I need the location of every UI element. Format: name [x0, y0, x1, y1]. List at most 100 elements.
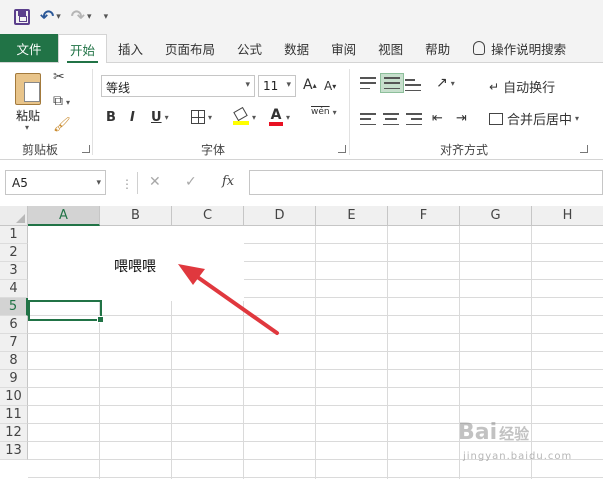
orientation-icon: ↗ — [436, 75, 448, 91]
fill-color-button[interactable]: ▾ — [233, 106, 257, 125]
tab-page-layout[interactable]: 页面布局 — [154, 34, 226, 62]
font-name-select[interactable]: 等线 ▾ — [101, 75, 255, 97]
scissors-icon[interactable]: ✂ — [53, 69, 65, 85]
chevron-down-icon: ▾ — [252, 112, 257, 122]
ribbon-home: 粘贴 ▾ ✂ ⧉ ▾ 🖌 剪贴板 等线 ▾ 11 ▾ A ▴ A ▾ B I U ▾ ▾… — [0, 62, 603, 160]
wrap-text-icon: ↵ — [489, 79, 500, 94]
increase-indent-icon: ⇥ — [456, 111, 467, 126]
align-right-icon — [406, 113, 422, 125]
align-bottom-icon — [405, 79, 421, 91]
font-name-value: 等线 — [106, 81, 131, 95]
tab-file[interactable]: 文件 — [0, 34, 58, 62]
tab-help[interactable]: 帮助 — [414, 34, 461, 62]
copy-icon[interactable]: ⧉ ▾ — [53, 93, 70, 109]
align-center-icon — [383, 113, 399, 125]
clipboard-launcher-icon[interactable] — [82, 145, 90, 153]
redo-button[interactable]: ↷ ▾ — [71, 7, 92, 27]
insert-function-button[interactable]: fx — [222, 174, 234, 189]
paint-bucket-icon — [233, 106, 249, 125]
tab-data[interactable]: 数据 — [273, 34, 320, 62]
chevron-down-icon: ▾ — [87, 12, 92, 22]
align-right-button[interactable] — [406, 113, 422, 125]
chevron-down-icon: ▾ — [245, 80, 250, 90]
bold-button[interactable]: B — [106, 110, 116, 125]
group-label-clipboard: 剪贴板 — [22, 143, 59, 157]
group-label-font: 字体 — [201, 143, 226, 157]
font-size-value: 11 — [263, 79, 279, 93]
borders-button[interactable]: ▾ — [191, 110, 212, 124]
shrink-font-icon: A — [324, 79, 333, 93]
formula-bar: A5 ▾ ⋮ ✕ ✓ fx — [0, 160, 603, 206]
lightbulb-icon — [473, 41, 486, 55]
tell-me-label: 操作说明搜索 — [491, 41, 567, 57]
customize-toolbar-button[interactable]: ▾ — [102, 12, 109, 22]
name-box[interactable]: A5 ▾ — [5, 170, 106, 195]
borders-icon — [191, 110, 205, 124]
align-middle-button[interactable] — [380, 73, 404, 93]
alignment-launcher-icon[interactable] — [580, 145, 588, 153]
align-left-icon — [360, 113, 376, 125]
tab-home[interactable]: 开始 — [58, 34, 108, 63]
chevron-down-icon: ▾ — [332, 107, 337, 117]
customize-icon: ▾ — [103, 12, 109, 22]
chevron-down-icon: ▾ — [56, 12, 61, 22]
clipboard-icon — [15, 73, 41, 105]
format-painter-icon[interactable]: 🖌 — [53, 117, 71, 133]
tab-insert[interactable]: 插入 — [107, 34, 154, 62]
formula-bar-grip: ⋮ — [121, 177, 133, 191]
grow-font-icon: A — [303, 77, 313, 93]
formula-input[interactable] — [249, 170, 603, 195]
shrink-font-button[interactable]: A ▾ — [324, 79, 336, 93]
tab-review[interactable]: 审阅 — [320, 34, 367, 62]
ribbon-separator — [349, 69, 350, 155]
group-label-alignment: 对齐方式 — [440, 143, 489, 157]
watermark-brand: Bai — [458, 420, 498, 445]
chevron-down-icon: ▾ — [575, 114, 580, 123]
wen-icon: wén — [311, 107, 330, 117]
tab-formulas[interactable]: 公式 — [226, 34, 273, 62]
chevron-down-icon: ▾ — [208, 112, 213, 122]
cancel-button[interactable]: ✕ — [149, 174, 161, 190]
redo-icon: ↷ — [70, 7, 86, 27]
quick-access-toolbar: ↶ ▾ ↷ ▾ ▾ — [0, 0, 603, 34]
underline-icon: U — [151, 110, 162, 125]
align-left-button[interactable] — [360, 113, 376, 125]
wrap-text-button[interactable]: ↵ 自动换行 — [489, 77, 556, 97]
tell-me-search[interactable]: 操作说明搜索 — [461, 34, 577, 62]
grow-font-button[interactable]: A ▴ — [303, 77, 317, 93]
align-top-button[interactable] — [360, 77, 376, 89]
paste-label: 粘贴 — [16, 109, 41, 123]
font-size-select[interactable]: 11 ▾ — [258, 75, 296, 97]
formula-divider — [137, 172, 138, 194]
save-button[interactable] — [14, 9, 30, 25]
merge-cells-icon — [489, 112, 503, 125]
chevron-down-icon: ▾ — [286, 112, 291, 122]
ribbon-separator — [92, 69, 93, 155]
font-launcher-icon[interactable] — [338, 145, 346, 153]
enter-button[interactable]: ✓ — [185, 174, 197, 190]
save-icon — [14, 9, 30, 25]
merge-center-button[interactable]: 合并后居中 ▾ — [489, 109, 579, 128]
undo-button[interactable]: ↶ ▾ — [40, 7, 61, 27]
tab-view[interactable]: 视图 — [367, 34, 414, 62]
watermark-suffix: 经验 — [499, 425, 530, 443]
chevron-down-icon: ▾ — [450, 78, 455, 88]
align-bottom-button[interactable] — [405, 79, 421, 91]
font-color-button[interactable]: A ▾ — [269, 108, 290, 126]
underline-button[interactable]: U ▾ — [151, 110, 169, 125]
chevron-down-icon: ▾ — [164, 113, 169, 122]
font-color-icon: A — [269, 108, 283, 126]
decrease-indent-button[interactable]: ⇤ — [432, 111, 443, 126]
ribbon-tabs: 文件 开始 插入 页面布局 公式 数据 审阅 视图 帮助 操作说明搜索 — [0, 34, 603, 63]
watermark-logo: Bai 经验 — [458, 420, 529, 445]
increase-indent-button[interactable]: ⇥ — [456, 111, 467, 126]
italic-button[interactable]: I — [130, 110, 135, 125]
undo-icon: ↶ — [40, 7, 55, 27]
align-middle-icon — [384, 77, 400, 89]
align-center-button[interactable] — [383, 113, 399, 125]
orientation-button[interactable]: ↗ ▾ — [436, 75, 455, 91]
arrow-shaft — [194, 274, 279, 335]
chevron-down-icon: ▾ — [96, 178, 101, 188]
wrap-text-label: 自动换行 — [503, 81, 556, 96]
phonetic-guide-button[interactable]: wén ▾ — [311, 107, 337, 117]
